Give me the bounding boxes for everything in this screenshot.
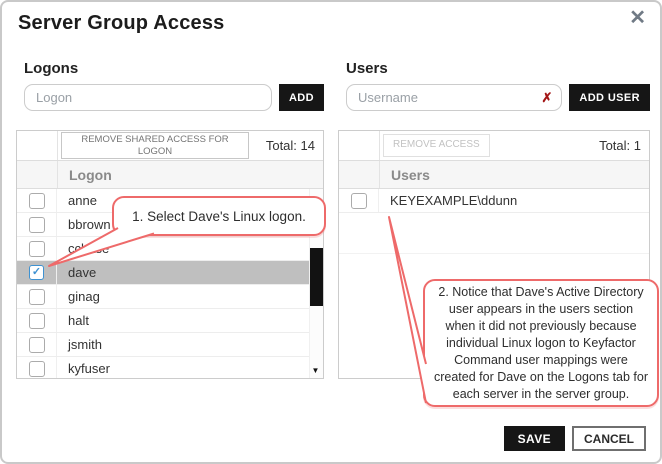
clear-input-icon[interactable]: ✗: [541, 91, 552, 104]
row-label: cchase: [57, 241, 109, 256]
table-row[interactable]: kyfuser: [17, 357, 323, 378]
row-label: anne: [57, 193, 97, 208]
toolbar-spacer: [17, 131, 58, 160]
empty-row: [339, 213, 649, 254]
row-label: bbrown: [57, 217, 111, 232]
logon-column-header: Logon: [58, 167, 112, 183]
server-group-access-dialog: Server Group Access ✕ Logons ADD REMOVE …: [0, 0, 662, 464]
checkbox-cell: [17, 333, 57, 356]
row-label: dave: [57, 265, 96, 280]
row-label: halt: [57, 313, 89, 328]
checkbox-column-header: [17, 161, 58, 188]
checkbox-cell: [17, 189, 57, 212]
logons-label: Logons: [24, 60, 324, 77]
checkbox-cell: [17, 357, 57, 378]
row-label: kyfuser: [57, 361, 110, 376]
table-row[interactable]: halt: [17, 309, 323, 333]
logons-section: Logons ADD REMOVE SHARED ACCESS FOR LOGO…: [16, 60, 324, 111]
row-checkbox[interactable]: [29, 361, 45, 377]
add-logon-button[interactable]: ADD: [279, 84, 324, 111]
checkbox-column-header: [339, 161, 380, 188]
username-input[interactable]: [346, 84, 562, 111]
callout-1: 1. Select Dave's Linux logon.: [112, 196, 326, 236]
scrollbar-thumb[interactable]: [310, 248, 323, 306]
row-checkbox[interactable]: [29, 241, 45, 257]
table-row[interactable]: ginag: [17, 285, 323, 309]
checkbox-cell: [17, 237, 57, 260]
cancel-button[interactable]: CANCEL: [572, 426, 646, 451]
checkbox-cell: [17, 285, 57, 308]
table-row[interactable]: KEYEXAMPLE\ddunn: [339, 189, 649, 213]
toolbar-spacer: [339, 131, 380, 160]
close-icon[interactable]: ✕: [629, 8, 646, 28]
users-label: Users: [346, 60, 650, 77]
table-row[interactable]: cchase: [17, 237, 323, 261]
remove-shared-access-button[interactable]: REMOVE SHARED ACCESS FOR LOGON: [61, 132, 249, 160]
callout-2: 2. Notice that Dave's Active Directory u…: [423, 279, 659, 407]
row-checkbox[interactable]: [29, 337, 45, 353]
row-checkbox[interactable]: [29, 217, 45, 233]
users-section: Users ✗ ADD USER REMOVE ACCESS Total: 1 …: [338, 60, 650, 111]
scroll-down-icon[interactable]: ▼: [312, 367, 320, 375]
row-checkbox[interactable]: [351, 193, 367, 209]
checkbox-cell: ✓: [17, 261, 57, 284]
row-label: jsmith: [57, 337, 102, 352]
table-row[interactable]: ✓ dave: [17, 261, 323, 285]
remove-access-button[interactable]: REMOVE ACCESS: [383, 134, 490, 157]
checkbox-cell: [17, 309, 57, 332]
page-title: Server Group Access: [18, 12, 225, 35]
logons-total: Total: 14: [266, 138, 323, 153]
logons-table: REMOVE SHARED ACCESS FOR LOGON Total: 14…: [16, 130, 324, 379]
row-label: KEYEXAMPLE\ddunn: [379, 193, 517, 208]
add-user-button[interactable]: ADD USER: [569, 84, 650, 111]
row-checkbox[interactable]: [29, 289, 45, 305]
checkbox-cell: [339, 189, 379, 212]
users-total: Total: 1: [599, 138, 649, 153]
row-label: ginag: [57, 289, 100, 304]
users-column-header: Users: [380, 167, 430, 183]
logon-input[interactable]: [24, 84, 272, 111]
table-row[interactable]: jsmith: [17, 333, 323, 357]
row-checkbox-checked[interactable]: ✓: [29, 265, 44, 280]
row-checkbox[interactable]: [29, 313, 45, 329]
checkbox-cell: [17, 213, 57, 236]
row-checkbox[interactable]: [29, 193, 45, 209]
save-button[interactable]: SAVE: [504, 426, 565, 451]
